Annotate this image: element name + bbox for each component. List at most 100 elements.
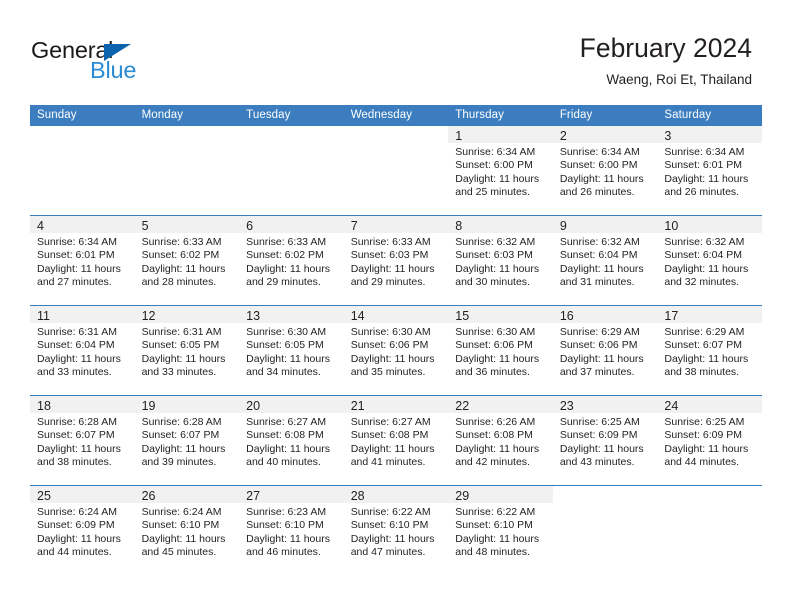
day-cell-25[interactable]: 25 Sunrise: 6:24 AM Sunset: 6:09 PM Dayligh… <box>30 486 135 575</box>
day-cell-7[interactable]: 7 Sunrise: 6:33 AM Sunset: 6:03 PM Daylight… <box>343 216 449 305</box>
day-detail-line: Sunrise: 6:32 AM <box>455 236 536 248</box>
calendar-day-cell: 29 Sunrise: 6:22 AM Sunset: 6:10 PM Dayligh… <box>448 485 553 575</box>
day-detail-line: Sunrise: 6:26 AM <box>455 416 536 428</box>
calendar-day-cell: 27 Sunrise: 6:23 AM Sunset: 6:10 PM Dayligh… <box>239 485 344 575</box>
day-detail-line: Daylight: 11 hours <box>37 532 121 545</box>
day-cell-23[interactable]: 23 Sunrise: 6:25 AM Sunset: 6:09 PM Dayligh… <box>552 396 658 485</box>
day-detail-text: Sunrise: 6:29 AM Sunset: 6:06 PM Daylight:… <box>553 323 658 380</box>
day-detail-text: Sunrise: 6:23 AM Sunset: 6:10 PM Daylight:… <box>239 503 344 560</box>
day-number-band: 15 <box>448 306 553 323</box>
day-number: 15 <box>455 309 470 323</box>
calendar-header-row: Sunday Monday Tuesday Wednesday Thursday Frid… <box>30 105 762 126</box>
day-detail-line: Sunrise: 6:29 AM <box>559 326 640 338</box>
day-cell-19[interactable]: 19 Sunrise: 6:28 AM Sunset: 6:07 PM Dayligh… <box>134 396 240 485</box>
calendar-day-cell: 10 Sunrise: 6:32 AM Sunset: 6:04 PM Dayligh… <box>657 215 762 306</box>
day-number: 6 <box>246 219 254 233</box>
day-number: 3 <box>664 129 672 143</box>
day-detail-line: and 29 minutes. <box>246 276 321 289</box>
day-cell-26[interactable]: 26 Sunrise: 6:24 AM Sunset: 6:10 PM Dayligh… <box>134 486 240 575</box>
day-detail-line: Daylight: 11 hours <box>455 172 540 185</box>
calendar-day-cell: 26 Sunrise: 6:24 AM Sunset: 6:10 PM Dayligh… <box>134 485 240 575</box>
day-detail-line: and 30 minutes. <box>455 276 530 289</box>
day-detail-line: Sunset: 6:05 PM <box>246 339 324 352</box>
day-number-band: 26 <box>134 486 240 503</box>
calendar-day-cell <box>657 485 762 575</box>
day-detail-line: Sunrise: 6:32 AM <box>664 236 745 248</box>
weekday-header-thursday: Thursday <box>448 105 553 126</box>
calendar-day-cell: 15 Sunrise: 6:30 AM Sunset: 6:06 PM Dayligh… <box>448 305 553 396</box>
day-number-band: 12 <box>134 306 240 323</box>
day-cell-6[interactable]: 6 Sunrise: 6:33 AM Sunset: 6:02 PM Daylight… <box>239 216 344 305</box>
day-cell-5[interactable]: 5 Sunrise: 6:33 AM Sunset: 6:02 PM Daylight… <box>134 216 240 305</box>
day-cell-9[interactable]: 9 Sunrise: 6:32 AM Sunset: 6:04 PM Daylight… <box>552 216 658 305</box>
calendar-day-cell: 13 Sunrise: 6:30 AM Sunset: 6:05 PM Dayligh… <box>239 305 344 396</box>
day-detail-line: Daylight: 11 hours <box>141 352 226 365</box>
day-detail-line: and 27 minutes. <box>37 276 112 289</box>
day-cell-17[interactable]: 17 Sunrise: 6:29 AM Sunset: 6:07 PM Dayligh… <box>657 306 762 395</box>
day-cell-16[interactable]: 16 Sunrise: 6:29 AM Sunset: 6:06 PM Dayligh… <box>552 306 658 395</box>
calendar-week-row: 1 Sunrise: 6:34 AM Sunset: 6:00 PM Daylight… <box>30 126 762 216</box>
day-cell-18[interactable]: 18 Sunrise: 6:28 AM Sunset: 6:07 PM Dayligh… <box>30 396 135 485</box>
day-cell-10[interactable]: 10 Sunrise: 6:32 AM Sunset: 6:04 PM Dayligh… <box>657 216 762 305</box>
day-detail-line: Sunrise: 6:23 AM <box>246 506 327 518</box>
day-detail-text: Sunrise: 6:32 AM Sunset: 6:04 PM Daylight:… <box>553 233 658 290</box>
day-number: 23 <box>559 399 574 413</box>
day-detail-line: Sunrise: 6:34 AM <box>455 146 536 158</box>
day-number-band <box>657 486 762 503</box>
day-detail-line: Sunset: 6:08 PM <box>455 429 533 442</box>
day-cell-21[interactable]: 21 Sunrise: 6:27 AM Sunset: 6:08 PM Dayligh… <box>343 396 449 485</box>
day-detail-line: Sunrise: 6:24 AM <box>141 506 222 518</box>
day-cell-1[interactable]: 1 Sunrise: 6:34 AM Sunset: 6:00 PM Daylight… <box>448 126 553 215</box>
day-cell-28[interactable]: 28 Sunrise: 6:22 AM Sunset: 6:10 PM Dayligh… <box>343 486 449 575</box>
day-detail-line: Sunset: 6:07 PM <box>141 429 220 442</box>
day-detail-text: Sunrise: 6:33 AM Sunset: 6:02 PM Daylight:… <box>239 233 344 290</box>
day-number-band <box>239 126 344 143</box>
day-detail-line: Sunrise: 6:29 AM <box>664 326 745 338</box>
day-detail-line: and 33 minutes. <box>141 366 217 379</box>
day-detail-line: Daylight: 11 hours <box>37 352 121 365</box>
day-cell-4[interactable]: 4 Sunrise: 6:34 AM Sunset: 6:01 PM Daylight… <box>30 216 135 305</box>
calendar-day-cell <box>239 126 344 216</box>
day-cell-3[interactable]: 3 Sunrise: 6:34 AM Sunset: 6:01 PM Daylight… <box>657 126 762 215</box>
day-number: 19 <box>141 399 156 413</box>
day-detail-line: and 45 minutes. <box>141 546 217 559</box>
day-detail-line: Daylight: 11 hours <box>246 262 330 275</box>
day-cell-12[interactable]: 12 Sunrise: 6:31 AM Sunset: 6:05 PM Dayligh… <box>134 306 240 395</box>
day-number-band: 23 <box>552 396 658 413</box>
day-detail-line: Sunrise: 6:33 AM <box>246 236 327 248</box>
calendar-day-cell: 1 Sunrise: 6:34 AM Sunset: 6:00 PM Daylight… <box>448 126 553 216</box>
day-detail-line: Sunrise: 6:27 AM <box>350 416 431 428</box>
day-detail-line: Sunrise: 6:34 AM <box>559 146 640 158</box>
general-blue-logo[interactable]: General Blue <box>31 38 221 87</box>
calendar-day-cell: 11 Sunrise: 6:31 AM Sunset: 6:04 PM Dayligh… <box>30 305 135 396</box>
day-number: 25 <box>37 489 51 503</box>
day-number: 26 <box>141 489 156 503</box>
day-number-band: 18 <box>30 396 135 413</box>
day-cell-29[interactable]: 29 Sunrise: 6:22 AM Sunset: 6:10 PM Dayligh… <box>448 486 553 575</box>
day-detail-line: Sunset: 6:10 PM <box>246 519 324 532</box>
calendar-day-cell <box>552 485 658 575</box>
day-cell-27[interactable]: 27 Sunrise: 6:23 AM Sunset: 6:10 PM Dayligh… <box>239 486 344 575</box>
day-cell-14[interactable]: 14 Sunrise: 6:30 AM Sunset: 6:06 PM Dayligh… <box>343 306 449 395</box>
day-detail-line: Sunset: 6:01 PM <box>37 249 115 262</box>
day-detail-line: Sunset: 6:04 PM <box>559 249 638 262</box>
day-cell-22[interactable]: 22 Sunrise: 6:26 AM Sunset: 6:08 PM Dayligh… <box>448 396 553 485</box>
day-number: 5 <box>141 219 149 233</box>
day-number-band: 6 <box>239 216 344 233</box>
day-number: 21 <box>350 399 365 413</box>
day-cell-2[interactable]: 2 Sunrise: 6:34 AM Sunset: 6:00 PM Daylight… <box>552 126 658 215</box>
day-cell-15[interactable]: 15 Sunrise: 6:30 AM Sunset: 6:06 PM Dayligh… <box>448 306 553 395</box>
day-cell-13[interactable]: 13 Sunrise: 6:30 AM Sunset: 6:05 PM Dayligh… <box>239 306 344 395</box>
day-detail-line: Daylight: 11 hours <box>664 352 749 365</box>
day-number: 16 <box>559 309 574 323</box>
day-number: 20 <box>246 399 261 413</box>
calendar-day-cell: 12 Sunrise: 6:31 AM Sunset: 6:05 PM Dayligh… <box>134 305 240 396</box>
day-number-band: 13 <box>239 306 344 323</box>
day-detail-line: Sunrise: 6:22 AM <box>350 506 431 518</box>
day-cell-24[interactable]: 24 Sunrise: 6:25 AM Sunset: 6:09 PM Dayligh… <box>657 396 762 485</box>
day-detail-line: Sunrise: 6:32 AM <box>559 236 640 248</box>
day-cell-11[interactable]: 11 Sunrise: 6:31 AM Sunset: 6:04 PM Dayligh… <box>30 306 135 395</box>
day-cell-20[interactable]: 20 Sunrise: 6:27 AM Sunset: 6:08 PM Dayligh… <box>239 396 344 485</box>
day-cell-8[interactable]: 8 Sunrise: 6:32 AM Sunset: 6:03 PM Daylight… <box>448 216 553 305</box>
calendar-day-cell <box>30 126 135 216</box>
